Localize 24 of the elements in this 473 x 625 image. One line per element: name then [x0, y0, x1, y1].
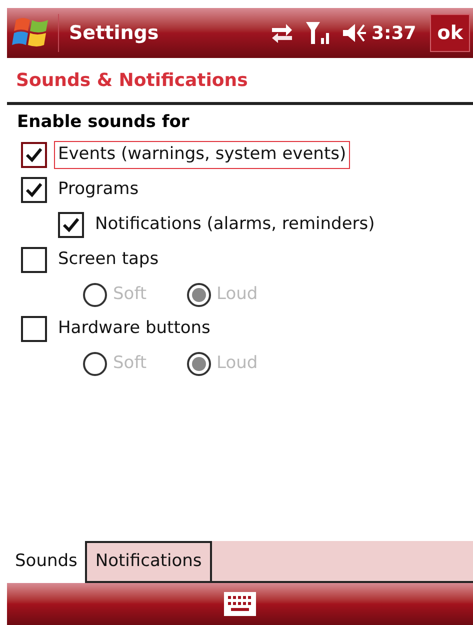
connection-icon[interactable] [270, 22, 294, 44]
check-mark-icon [62, 217, 80, 233]
checkbox[interactable] [21, 177, 47, 203]
checkbox[interactable] [21, 316, 47, 342]
tab[interactable]: Notifications [85, 541, 212, 581]
checkbox-label[interactable]: Events (warnings, system events) [54, 141, 350, 169]
clock[interactable]: 3:37 [372, 20, 416, 46]
page-header: Sounds & Notifications [7, 58, 473, 105]
checkbox-label[interactable]: Programs [54, 176, 143, 204]
checkbox-label[interactable]: Hardware buttons [54, 315, 214, 343]
checkbox[interactable] [58, 212, 84, 238]
section-heading: Enable sounds for [16, 111, 190, 134]
check-mark-icon [25, 182, 43, 198]
tab[interactable]: Sounds [7, 541, 86, 583]
keyboard-icon[interactable] [224, 592, 256, 616]
speaker-icon[interactable] [342, 22, 368, 44]
checkbox-label[interactable]: Screen taps [54, 246, 163, 274]
check-mark-icon [25, 147, 43, 163]
checkbox-label[interactable]: Notifications (alarms, reminders) [91, 211, 379, 239]
ok-button[interactable]: ok [430, 14, 470, 52]
checkbox[interactable] [21, 247, 47, 273]
checkbox[interactable] [21, 142, 47, 168]
signal-icon[interactable] [306, 20, 330, 46]
window-title: Settings [69, 20, 159, 46]
